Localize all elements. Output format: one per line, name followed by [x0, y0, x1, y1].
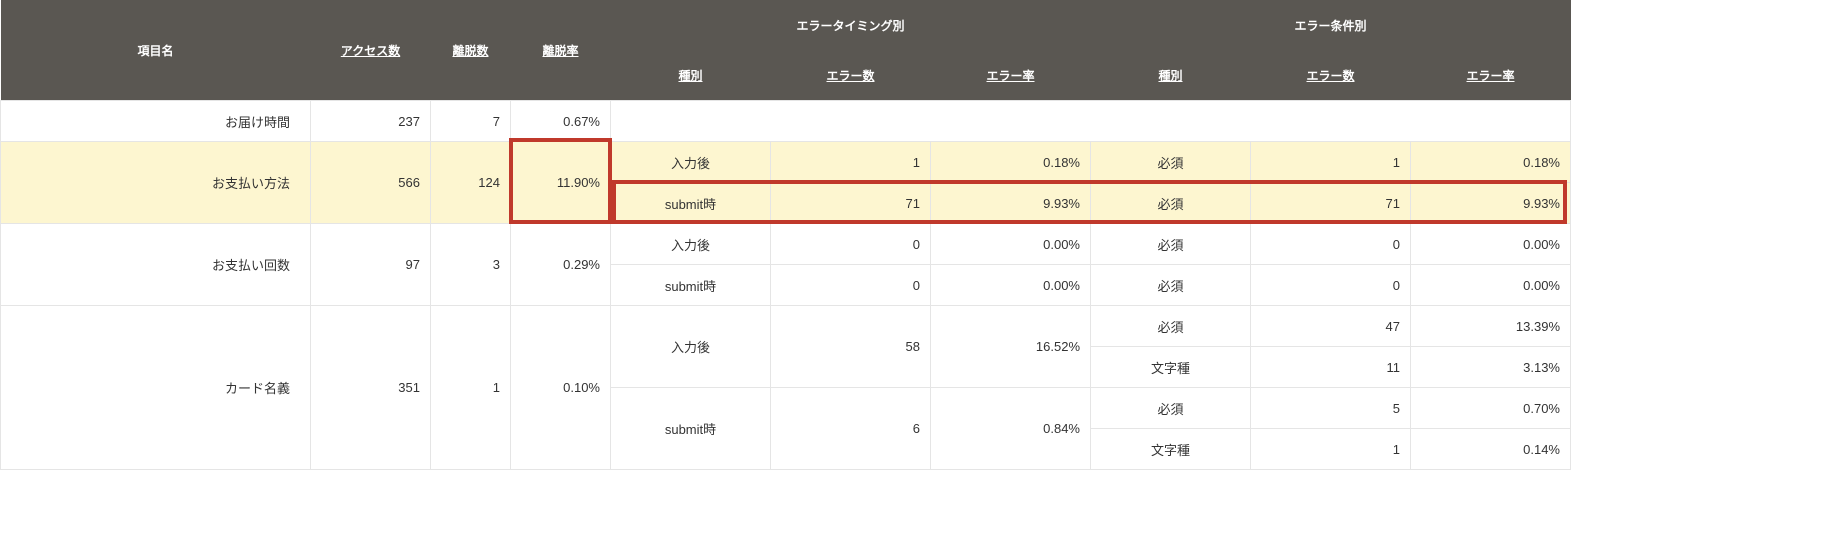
cell-cond-errr: 0.70% — [1411, 388, 1571, 429]
cell-timing-errn: 58 — [771, 306, 931, 388]
col-access-count[interactable]: アクセス数 — [311, 0, 431, 101]
col-item-name: 項目名 — [1, 0, 311, 101]
cell-timing-type: submit時 — [611, 183, 771, 224]
cell-cond-errr: 9.93% — [1411, 183, 1571, 224]
cell-timing-errr: 0.18% — [931, 142, 1091, 183]
cell-cond-type: 必須 — [1091, 388, 1251, 429]
cell-timing-type: 入力後 — [611, 224, 771, 265]
col-cond-errrate[interactable]: エラー率 — [1411, 50, 1571, 101]
cell-dropr: 0.67% — [511, 101, 611, 142]
colgroup-error-timing: エラータイミング別 — [611, 0, 1091, 50]
cell-dropn: 7 — [431, 101, 511, 142]
col-timing-errcount[interactable]: エラー数 — [771, 50, 931, 101]
cell-dropn: 1 — [431, 306, 511, 470]
cell-cond-errn: 0 — [1251, 224, 1411, 265]
cell-dropn: 3 — [431, 224, 511, 306]
cell-cond-errn: 11 — [1251, 347, 1411, 388]
cell-timing-errn: 1 — [771, 142, 931, 183]
cell-timing-type: 入力後 — [611, 306, 771, 388]
cell-item-name: カード名義 — [1, 306, 311, 470]
col-drop-rate[interactable]: 離脱率 — [511, 0, 611, 101]
cell-dropn: 124 — [431, 142, 511, 224]
cell-cond-errn: 71 — [1251, 183, 1411, 224]
cell-dropr: 0.29% — [511, 224, 611, 306]
cell-cond-errn: 1 — [1251, 429, 1411, 470]
col-cond-errcount[interactable]: エラー数 — [1251, 50, 1411, 101]
cell-cond-errr: 0.18% — [1411, 142, 1571, 183]
cell-timing-errr: 0.00% — [931, 224, 1091, 265]
cell-cond-errr: 0.00% — [1411, 265, 1571, 306]
cell-cond-errn: 5 — [1251, 388, 1411, 429]
cell-timing-errr: 9.93% — [931, 183, 1091, 224]
cell-timing-errr: 16.52% — [931, 306, 1091, 388]
table-row: お支払い方法 566 124 11.90% 入力後 1 0.18% 必須 1 0… — [1, 142, 1571, 183]
cell-cond-errr: 3.13% — [1411, 347, 1571, 388]
cell-cond-errn: 1 — [1251, 142, 1411, 183]
cell-cond-type: 必須 — [1091, 183, 1251, 224]
cell-cond-type: 必須 — [1091, 142, 1251, 183]
table-header: 項目名 アクセス数 離脱数 離脱率 エラータイミング別 エラー条件別 種別 エラ… — [1, 0, 1571, 101]
cell-cond-errr: 0.14% — [1411, 429, 1571, 470]
report-table: 項目名 アクセス数 離脱数 離脱率 エラータイミング別 エラー条件別 種別 エラ… — [0, 0, 1571, 470]
col-timing-type[interactable]: 種別 — [611, 50, 771, 101]
colgroup-error-condition: エラー条件別 — [1091, 0, 1571, 50]
col-timing-errrate[interactable]: エラー率 — [931, 50, 1091, 101]
table-row: お支払い回数 97 3 0.29% 入力後 0 0.00% 必須 0 0.00% — [1, 224, 1571, 265]
cell-cond-type: 必須 — [1091, 306, 1251, 347]
cell-timing-errn: 71 — [771, 183, 931, 224]
cell-access: 566 — [311, 142, 431, 224]
cell-empty — [611, 101, 1571, 142]
cell-access: 237 — [311, 101, 431, 142]
cell-cond-errr: 13.39% — [1411, 306, 1571, 347]
cell-timing-errn: 0 — [771, 224, 931, 265]
cell-cond-errn: 0 — [1251, 265, 1411, 306]
cell-timing-type: 入力後 — [611, 142, 771, 183]
table-row: お届け時間 237 7 0.67% — [1, 101, 1571, 142]
cell-cond-errn: 47 — [1251, 306, 1411, 347]
col-cond-type[interactable]: 種別 — [1091, 50, 1251, 101]
cell-timing-errr: 0.84% — [931, 388, 1091, 470]
cell-timing-type: submit時 — [611, 265, 771, 306]
col-drop-count[interactable]: 離脱数 — [431, 0, 511, 101]
cell-cond-type: 文字種 — [1091, 347, 1251, 388]
cell-item-name: お届け時間 — [1, 101, 311, 142]
table-row: カード名義 351 1 0.10% 入力後 58 16.52% 必須 47 13… — [1, 306, 1571, 347]
cell-cond-type: 必須 — [1091, 265, 1251, 306]
cell-dropr: 11.90% — [511, 142, 611, 224]
cell-cond-errr: 0.00% — [1411, 224, 1571, 265]
cell-item-name: お支払い方法 — [1, 142, 311, 224]
cell-item-name: お支払い回数 — [1, 224, 311, 306]
cell-access: 351 — [311, 306, 431, 470]
cell-timing-errn: 6 — [771, 388, 931, 470]
report-table-wrap: 項目名 アクセス数 離脱数 離脱率 エラータイミング別 エラー条件別 種別 エラ… — [0, 0, 1567, 470]
cell-timing-type: submit時 — [611, 388, 771, 470]
cell-dropr: 0.10% — [511, 306, 611, 470]
cell-timing-errr: 0.00% — [931, 265, 1091, 306]
cell-timing-errn: 0 — [771, 265, 931, 306]
cell-access: 97 — [311, 224, 431, 306]
cell-cond-type: 文字種 — [1091, 429, 1251, 470]
cell-cond-type: 必須 — [1091, 224, 1251, 265]
